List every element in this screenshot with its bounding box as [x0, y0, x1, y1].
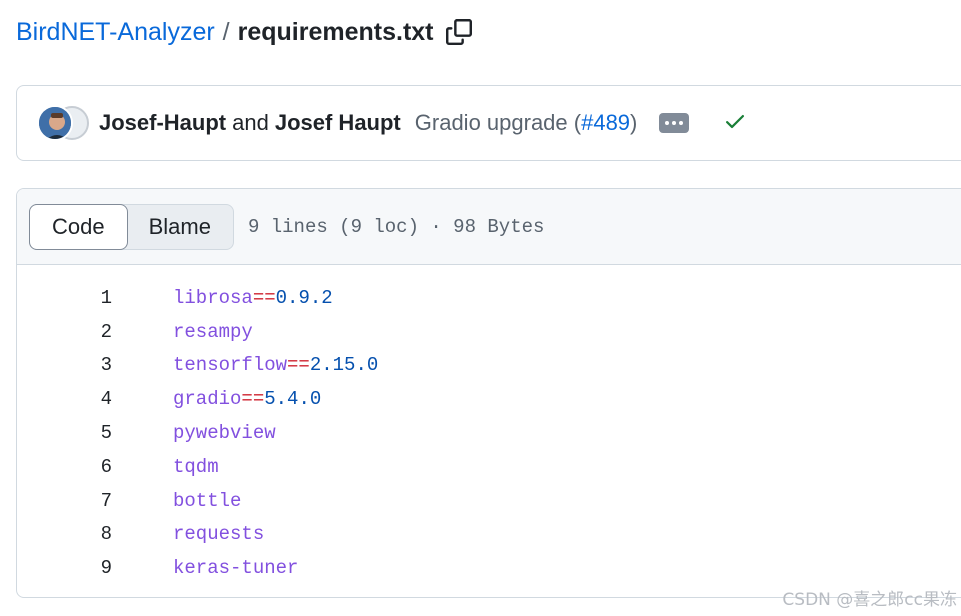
line-number[interactable]: 6 [17, 456, 112, 478]
line-number[interactable]: 8 [17, 523, 112, 545]
line-number[interactable]: 9 [17, 557, 112, 579]
line-text: tensorflow==2.15.0 [173, 354, 378, 376]
code-line: 8 requests [17, 518, 961, 552]
and-text: and [232, 110, 269, 135]
code-line: 3 tensorflow==2.15.0 [17, 349, 961, 383]
version-operator: == [252, 286, 276, 309]
package-name: librosa [173, 286, 253, 309]
line-text: resampy [173, 321, 253, 343]
package-name: bottle [173, 489, 242, 512]
package-name: resampy [173, 320, 253, 343]
line-text: requests [173, 523, 264, 545]
line-number[interactable]: 3 [17, 354, 112, 376]
line-text: pywebview [173, 422, 276, 444]
code-line: 5 pywebview [17, 416, 961, 450]
avatar [37, 105, 73, 141]
check-icon[interactable] [723, 109, 747, 138]
commit-message-text: Gradio upgrade ( [414, 110, 582, 135]
tab-blame[interactable]: Blame [127, 205, 233, 249]
line-number[interactable]: 4 [17, 388, 112, 410]
author-link[interactable]: Josef Haupt [275, 110, 401, 136]
pull-request-link[interactable]: #489 [581, 110, 630, 135]
code-line: 4 gradio==5.4.0 [17, 382, 961, 416]
line-number[interactable]: 2 [17, 321, 112, 343]
version-number: 2.15.0 [309, 354, 379, 377]
code-line: 7 bottle [17, 484, 961, 518]
line-text: keras-tuner [173, 557, 298, 579]
copy-icon [445, 19, 472, 45]
code-body: 1 librosa==0.9.2 2 resampy 3 tensorflow==2.15… [17, 265, 961, 585]
line-text: bottle [173, 490, 241, 512]
version-operator: == [287, 354, 310, 377]
file-meta: 9 lines (9 loc) · 98 Bytes [247, 215, 545, 238]
copy-path-button[interactable] [444, 17, 474, 47]
code-line: 6 tqdm [17, 450, 961, 484]
package-name: pywebview [173, 422, 276, 445]
version-operator: == [241, 388, 265, 411]
file-header: Code Blame 9 lines (9 loc) · 98 Bytes [17, 189, 961, 265]
file-viewer: Code Blame 9 lines (9 loc) · 98 Bytes 1 l… [16, 188, 961, 598]
line-text: tqdm [173, 456, 219, 478]
tab-code[interactable]: Code [29, 203, 128, 250]
watermark: CSDN @喜之郎cc果冻 [782, 590, 957, 610]
breadcrumb: BirdNET-Analyzer / requirements.txt [16, 14, 474, 50]
line-number[interactable]: 1 [17, 287, 112, 309]
line-number[interactable]: 5 [17, 422, 112, 444]
line-text: librosa==0.9.2 [173, 287, 333, 309]
line-number[interactable]: 7 [17, 490, 112, 512]
package-name: gradio [173, 388, 242, 411]
latest-commit-box: Josef-Haupt and Josef Haupt Gradio upgra… [16, 85, 961, 161]
code-line: 1 librosa==0.9.2 [17, 281, 961, 315]
package-name: requests [173, 523, 265, 546]
file-name: requirements.txt [237, 18, 434, 46]
package-name: keras-tuner [173, 557, 299, 580]
commit-authors: Josef-Haupt and Josef Haupt [99, 110, 401, 136]
line-text: gradio==5.4.0 [173, 388, 321, 410]
breadcrumb-separator: / [222, 18, 230, 46]
expand-commit-button[interactable] [659, 113, 690, 133]
author-link[interactable]: Josef-Haupt [99, 110, 226, 136]
commit-message-end: ) [630, 110, 638, 135]
view-toggle: Code Blame [29, 203, 234, 250]
package-name: tqdm [173, 455, 219, 478]
version-number: 5.4.0 [264, 388, 322, 411]
author-avatars[interactable] [37, 105, 91, 141]
code-line: 9 keras-tuner [17, 551, 961, 585]
repo-link[interactable]: BirdNET-Analyzer [16, 14, 215, 50]
code-line: 2 resampy [17, 315, 961, 349]
commit-message[interactable]: Gradio upgrade (#489) [415, 110, 638, 136]
version-number: 0.9.2 [275, 286, 333, 309]
package-name: tensorflow [173, 354, 288, 377]
